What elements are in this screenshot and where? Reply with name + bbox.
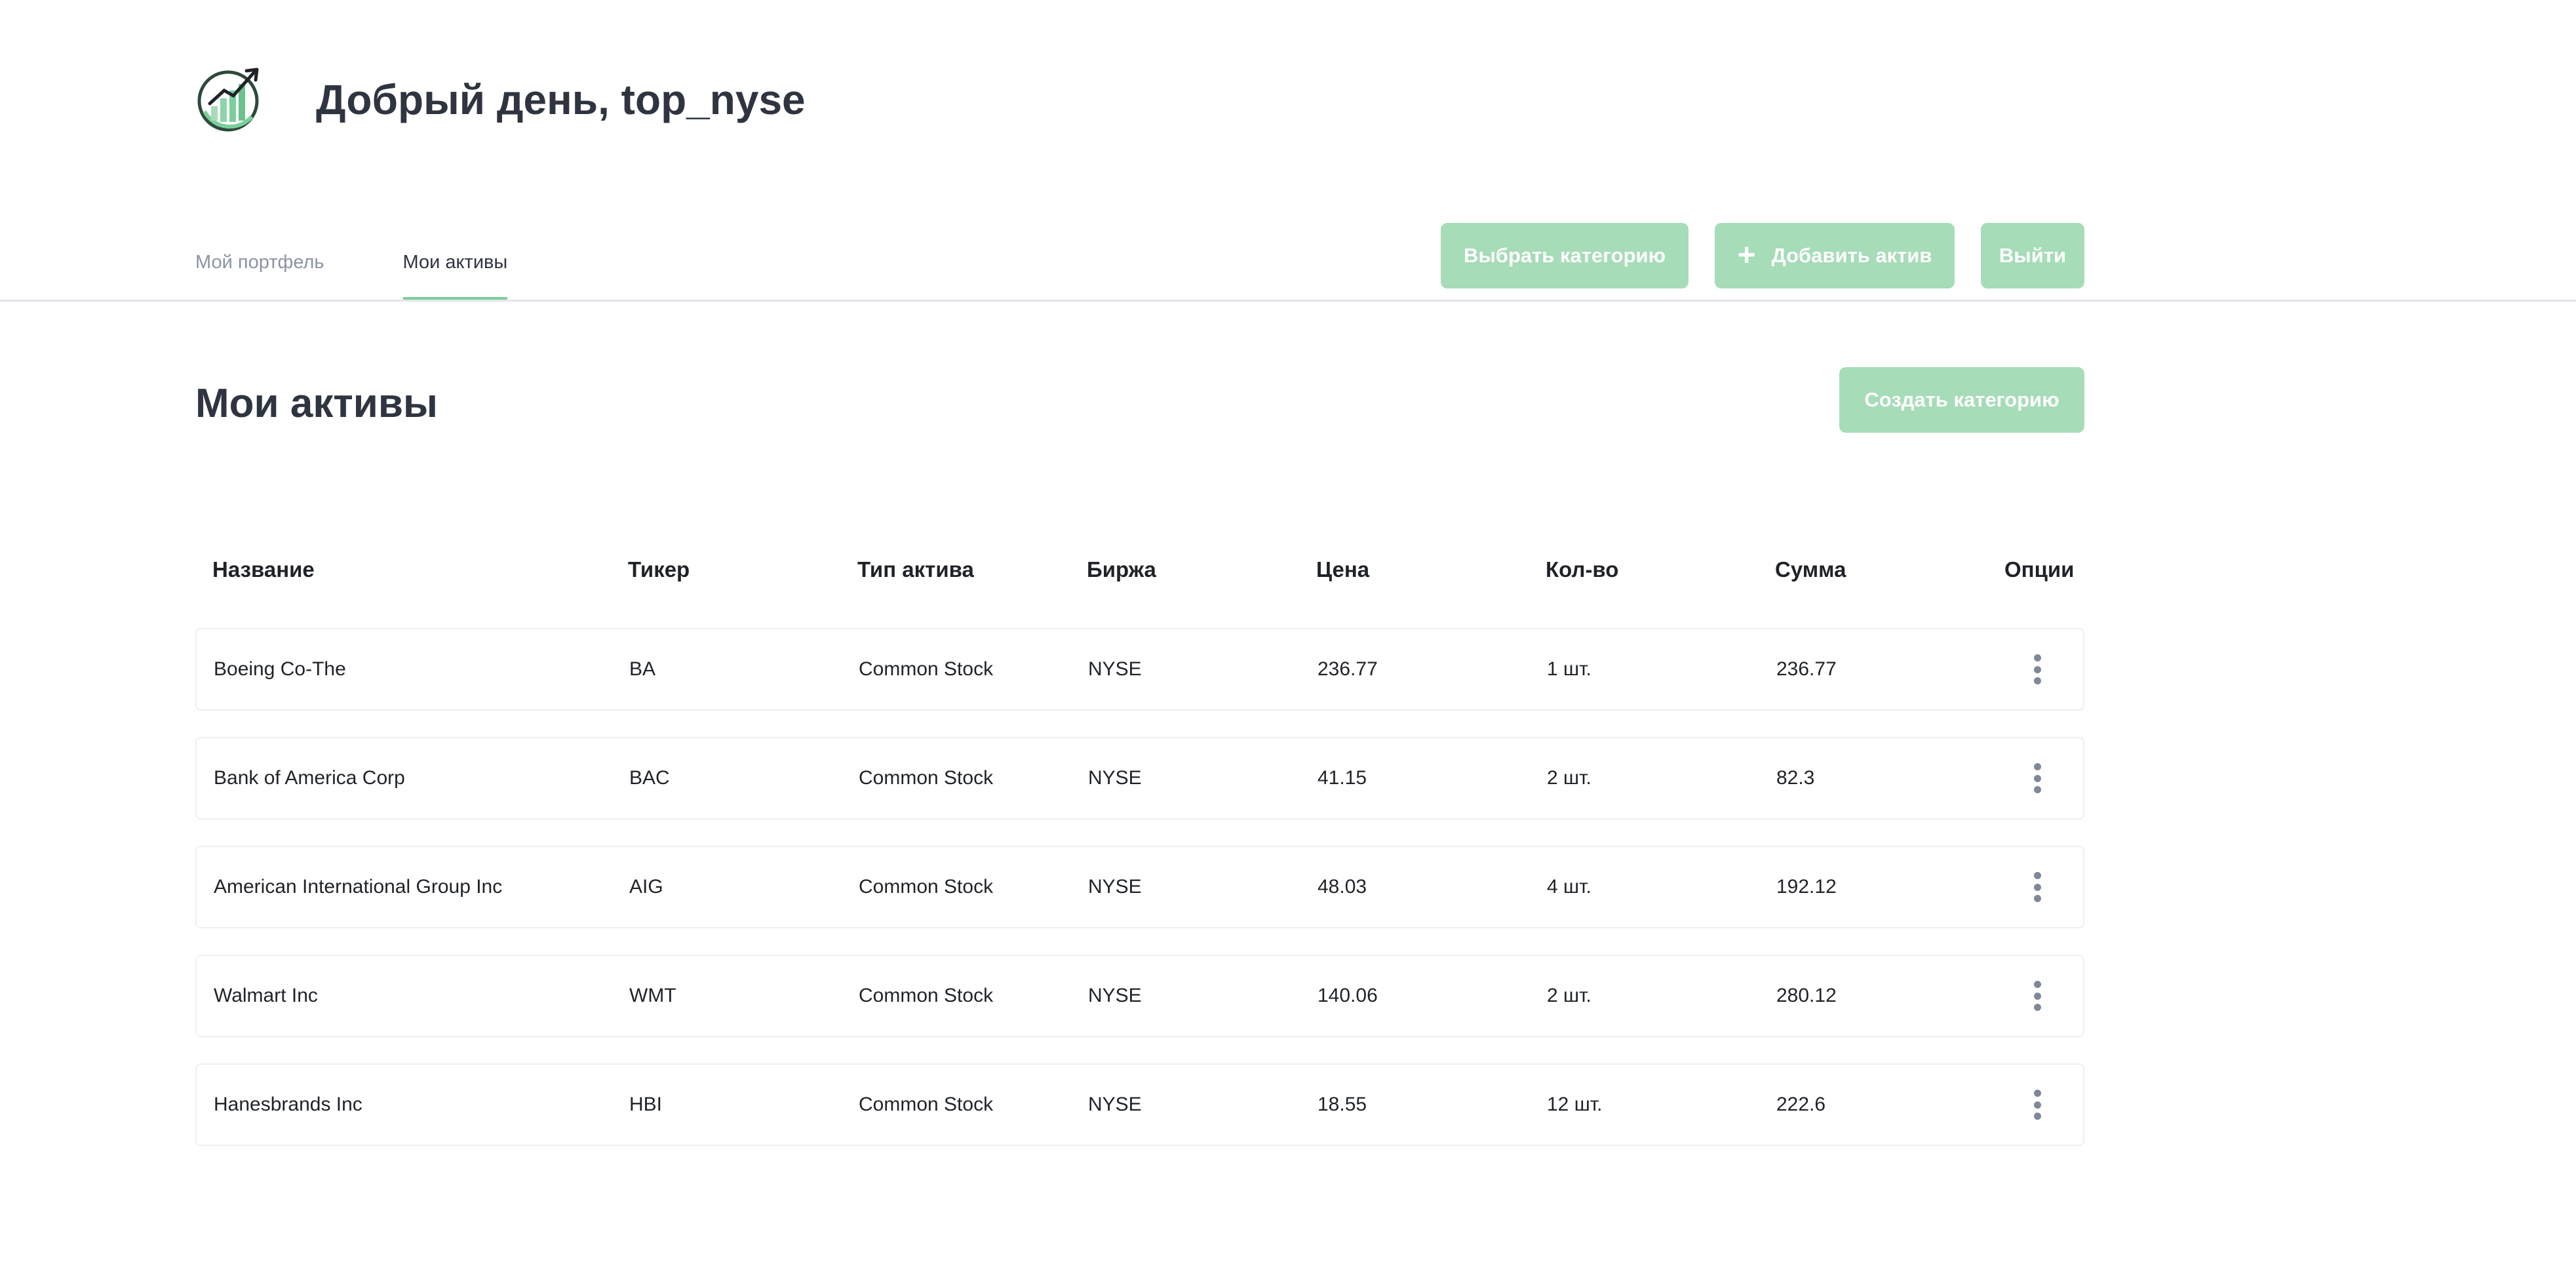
cell-price: 41.15 (1317, 767, 1367, 789)
add-asset-label: Добавить актив (1771, 244, 1932, 267)
column-header-type: Тип актива (857, 557, 974, 582)
cell-exchange: NYSE (1088, 767, 1142, 789)
kebab-menu-icon[interactable] (2029, 763, 2045, 793)
cell-type: Common Stock (859, 767, 994, 789)
cell-sum: 236.77 (1776, 658, 1837, 680)
cell-exchange: NYSE (1088, 658, 1142, 680)
table-row: Walmart Inc WMT Common Stock NYSE 140.06… (195, 955, 2084, 1037)
cell-ticker: BA (629, 658, 656, 680)
cell-quantity: 2 шт. (1547, 767, 1591, 789)
tabs-divider (0, 300, 2576, 302)
cell-name: Boeing Co-The (214, 658, 346, 680)
cell-type: Common Stock (859, 876, 994, 898)
cell-quantity: 2 шт. (1547, 985, 1591, 1006)
cell-type: Common Stock (859, 985, 994, 1006)
section-title: Мои активы (195, 381, 438, 426)
column-header-name: Название (212, 557, 315, 582)
kebab-menu-icon[interactable] (2029, 1090, 2045, 1120)
column-header-price: Цена (1316, 557, 1370, 582)
kebab-menu-icon[interactable] (2029, 654, 2045, 684)
table-row: American International Group Inc AIG Com… (195, 846, 2084, 928)
cell-sum: 82.3 (1776, 767, 1815, 789)
choose-category-button[interactable]: Выбрать категорию (1441, 223, 1688, 288)
kebab-menu-icon[interactable] (2029, 872, 2045, 902)
cell-name: American International Group Inc (214, 876, 503, 898)
cell-sum: 192.12 (1776, 876, 1837, 898)
add-asset-button[interactable]: + Добавить актив (1715, 223, 1955, 288)
cell-name: Bank of America Corp (214, 767, 405, 789)
column-header-ticker: Тикер (628, 557, 690, 582)
column-header-exchange: Биржа (1087, 557, 1156, 582)
cell-quantity: 1 шт. (1547, 658, 1591, 680)
cell-price: 236.77 (1317, 658, 1378, 680)
cell-price: 48.03 (1317, 876, 1367, 898)
create-category-label: Создать категорию (1864, 388, 2059, 411)
cell-name: Hanesbrands Inc (214, 1094, 362, 1115)
cell-type: Common Stock (859, 658, 994, 680)
table-header: Название Тикер Тип актива Биржа Цена Кол… (195, 551, 2084, 590)
column-header-sum: Сумма (1775, 557, 1846, 582)
tab-my-assets[interactable]: Мои активы (402, 241, 507, 300)
cell-exchange: NYSE (1088, 985, 1142, 1006)
cell-ticker: BAC (629, 767, 670, 789)
kebab-menu-icon[interactable] (2029, 981, 2045, 1011)
choose-category-label: Выбрать категорию (1463, 244, 1666, 267)
growth-chart-logo-icon (197, 68, 259, 132)
cell-quantity: 12 шт. (1547, 1094, 1603, 1115)
cell-ticker: HBI (629, 1094, 663, 1115)
tab-bar: Мой портфель Мои активы (195, 241, 586, 300)
cell-exchange: NYSE (1088, 876, 1142, 898)
top-actions: Выбрать категорию + Добавить актив Выйти (1441, 223, 2084, 288)
table-row: Boeing Co-The BA Common Stock NYSE 236.7… (195, 628, 2084, 711)
cell-ticker: WMT (629, 985, 676, 1006)
cell-type: Common Stock (859, 1094, 994, 1115)
tab-my-portfolio[interactable]: Мой портфель (195, 241, 324, 300)
table-row: Hanesbrands Inc HBI Common Stock NYSE 18… (195, 1063, 2084, 1146)
cell-sum: 280.12 (1776, 985, 1837, 1006)
column-header-quantity: Кол-во (1546, 557, 1619, 582)
cell-ticker: AIG (629, 876, 663, 898)
cell-price: 140.06 (1317, 985, 1378, 1006)
cell-quantity: 4 шт. (1547, 876, 1591, 898)
column-header-options: Опции (2004, 557, 2075, 582)
page-greeting: Добрый день, top_nyse (316, 76, 806, 123)
logout-button[interactable]: Выйти (1981, 223, 2084, 288)
plus-icon: + (1737, 238, 1756, 273)
cell-price: 18.55 (1317, 1094, 1367, 1115)
table-row: Bank of America Corp BAC Common Stock NY… (195, 737, 2084, 820)
cell-exchange: NYSE (1088, 1094, 1142, 1115)
page-header: Добрый день, top_nyse (195, 66, 806, 134)
logout-label: Выйти (1999, 244, 2067, 267)
create-category-button[interactable]: Создать категорию (1839, 367, 2084, 433)
cell-sum: 222.6 (1776, 1094, 1826, 1115)
cell-name: Walmart Inc (214, 985, 318, 1006)
